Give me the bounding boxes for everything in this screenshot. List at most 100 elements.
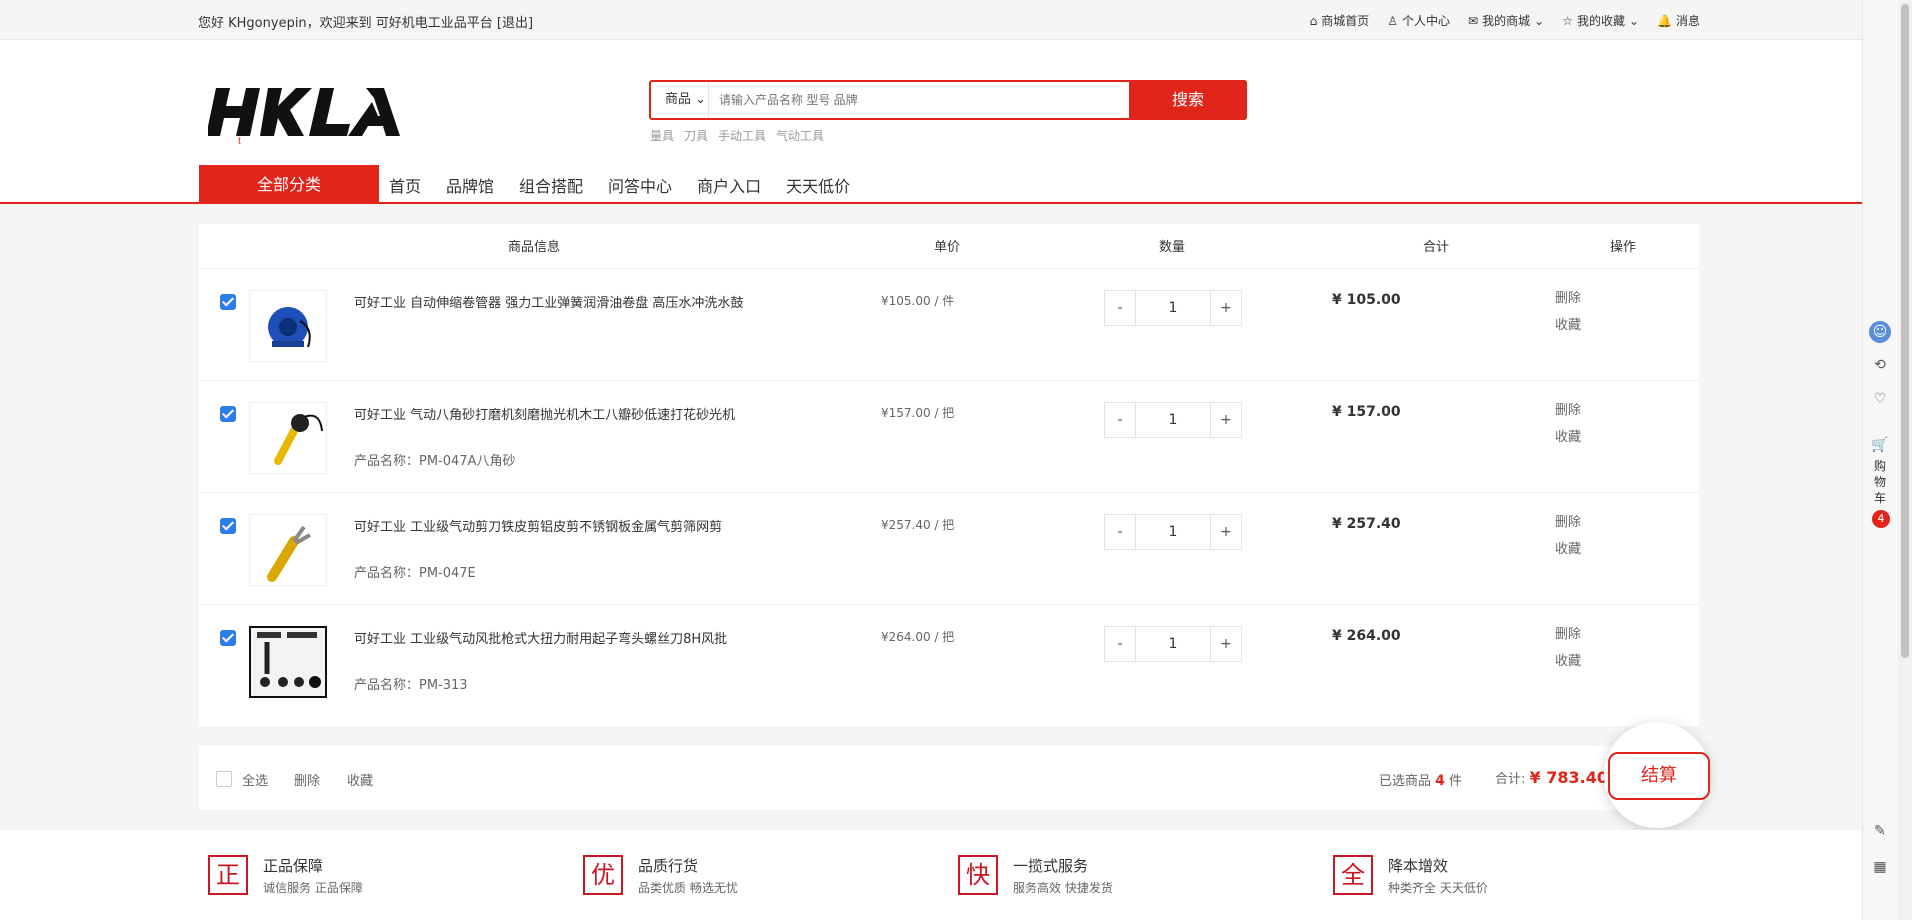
hotword[interactable]: 气动工具 (776, 127, 824, 144)
bulk-delete-link[interactable]: 删除 (294, 770, 320, 789)
bulk-favorite-link[interactable]: 收藏 (347, 770, 373, 789)
chevron-down-icon: ⌄ (695, 92, 707, 107)
link-home[interactable]: ⌂ 商城首页 (1310, 12, 1370, 29)
row-ops: 删除 收藏 (1555, 397, 1581, 451)
product-model: 产品名称：PM-047E (354, 566, 476, 581)
selected-count: 已选商品 4 件 (1379, 773, 1463, 789)
row-total: ¥ 264.00 (1332, 628, 1401, 644)
table-row: 可好工业 工业级气动风批枪式大扭力耐用起子弯头螺丝刀8H风批 产品名称：PM-3… (199, 604, 1699, 716)
sidebar-cart-label[interactable]: 购物车 (1874, 458, 1888, 506)
product-image[interactable] (249, 290, 327, 362)
qty-increase-button[interactable]: + (1211, 627, 1241, 661)
qty-decrease-button[interactable]: - (1105, 403, 1135, 437)
delete-link[interactable]: 删除 (1555, 397, 1581, 424)
qty-decrease-button[interactable]: - (1105, 291, 1135, 325)
nav-item-home[interactable]: 首页 (389, 173, 421, 197)
top-links: ⌂ 商城首页 ♙ 个人中心 ✉ 我的商城 ⌄ ☆ 我的收藏 ⌄ 🔔 消息 (1310, 12, 1700, 29)
star-icon: ☆ (1562, 13, 1573, 28)
sum-value: ¥ 783.40 (1529, 768, 1608, 787)
row-total: ¥ 157.00 (1332, 404, 1401, 420)
unit-price: ¥257.40 / 把 (881, 518, 955, 532)
nav-item-daily-low[interactable]: 天天低价 (786, 173, 850, 197)
scrollbar-thumb[interactable] (1901, 4, 1909, 658)
genuine-badge-icon: 正 (208, 855, 248, 895)
select-all-label[interactable]: 全选 (242, 770, 268, 789)
product-title[interactable]: 可好工业 自动伸缩卷管器 强力工业弹簧润滑油卷盘 高压水冲洗水鼓 (354, 292, 743, 311)
unit-price: ¥264.00 / 把 (881, 630, 955, 644)
nav-item-merchant[interactable]: 商户入口 (697, 173, 761, 197)
cart-table: 商品信息 单价 数量 合计 操作 可好工业 自动伸缩卷管器 强力工业弹簧润滑油卷… (199, 224, 1699, 726)
delete-link[interactable]: 删除 (1555, 621, 1581, 648)
link-profile[interactable]: ♙ 个人中心 (1387, 12, 1450, 29)
link-messages[interactable]: 🔔 消息 (1657, 12, 1700, 29)
link-favorites[interactable]: ☆ 我的收藏 ⌄ (1562, 12, 1639, 29)
favorite-link[interactable]: 收藏 (1555, 536, 1581, 563)
link-my-shop[interactable]: ✉ 我的商城 ⌄ (1468, 12, 1544, 29)
qty-decrease-button[interactable]: - (1105, 627, 1135, 661)
qty-increase-button[interactable]: + (1211, 515, 1241, 549)
avatar-icon[interactable]: ☺ (1869, 321, 1891, 343)
row-total: ¥ 105.00 (1332, 292, 1401, 308)
favorite-link[interactable]: 收藏 (1555, 312, 1581, 339)
history-icon[interactable]: ⟲ (1871, 356, 1889, 374)
page-scrollbar[interactable] (1898, 0, 1912, 920)
checkout-button[interactable]: 结算 (1608, 752, 1710, 800)
qrcode-icon[interactable]: ▦ (1871, 858, 1889, 876)
product-image[interactable] (249, 402, 327, 474)
col-header-info: 商品信息 (508, 240, 561, 255)
product-image[interactable] (249, 626, 327, 698)
item-checkbox[interactable] (220, 406, 236, 422)
quantity-stepper: - 1 + (1104, 290, 1242, 326)
qty-increase-button[interactable]: + (1211, 403, 1241, 437)
cart-summary-bar: 全选 删除 收藏 已选商品 4 件 合计: ¥ 783.40 (199, 746, 1699, 810)
row-ops: 删除 收藏 (1555, 621, 1581, 675)
favorite-link[interactable]: 收藏 (1555, 648, 1581, 675)
nav-item-brands[interactable]: 品牌馆 (446, 173, 494, 197)
hotword[interactable]: 刀具 (684, 127, 708, 144)
product-model: 产品名称：PM-047A八角砂 (354, 454, 516, 469)
cart-sum: 合计: ¥ 783.40 (1495, 768, 1608, 787)
svg-text:t: t (238, 136, 241, 146)
qty-decrease-button[interactable]: - (1105, 515, 1135, 549)
qty-input[interactable]: 1 (1135, 515, 1211, 549)
hotword[interactable]: 手动工具 (718, 127, 766, 144)
hot-search-words: 量具 刀具 手动工具 气动工具 (650, 127, 824, 144)
qty-increase-button[interactable]: + (1211, 291, 1241, 325)
heart-icon[interactable]: ♡ (1871, 390, 1889, 408)
hotword[interactable]: 量具 (650, 127, 674, 144)
greeting-text[interactable]: 您好 KHgonyepin，欢迎来到 可好机电工业品平台 [退出] (198, 12, 533, 31)
mail-icon: ✉ (1468, 13, 1479, 28)
product-image[interactable] (249, 514, 327, 586)
select-all-checkbox[interactable] (216, 771, 232, 787)
complete-badge-icon: 全 (1333, 855, 1373, 895)
product-title[interactable]: 可好工业 工业级气动风批枪式大扭力耐用起子弯头螺丝刀8H风批 (354, 628, 727, 647)
item-checkbox[interactable] (220, 518, 236, 534)
item-checkbox[interactable] (220, 630, 236, 646)
nav-item-qa[interactable]: 问答中心 (608, 173, 672, 197)
search-input[interactable] (709, 82, 1129, 118)
brand-logo[interactable]: t (208, 76, 408, 146)
unit-price: ¥105.00 / 件 (881, 294, 955, 308)
qty-input[interactable]: 1 (1135, 291, 1211, 325)
product-title[interactable]: 可好工业 工业级气动剪刀铁皮剪铝皮剪不锈钢板金属气剪筛网剪 (354, 516, 722, 535)
cart-icon[interactable]: 🛒 (1871, 436, 1889, 454)
row-ops: 删除 收藏 (1555, 509, 1581, 563)
checkout-highlight: 结算 (1604, 722, 1710, 828)
nav-item-combos[interactable]: 组合搭配 (519, 173, 583, 197)
qty-input[interactable]: 1 (1135, 627, 1211, 661)
service-strip: 正 正品保障 诚信服务 正品保障 优 品质行货 品类优质 畅选无忧 快 一揽式服… (0, 830, 1862, 920)
search-type-select[interactable]: 商品 ⌄ (651, 82, 709, 118)
chevron-down-icon: ⌄ (1628, 13, 1640, 28)
favorite-link[interactable]: 收藏 (1555, 424, 1581, 451)
item-checkbox[interactable] (220, 294, 236, 310)
qty-input[interactable]: 1 (1135, 403, 1211, 437)
table-row: 可好工业 气动八角砂打磨机刻磨抛光机木工八瓣砂低速打花砂光机 产品名称：PM-0… (199, 380, 1699, 492)
quantity-stepper: - 1 + (1104, 514, 1242, 550)
row-ops: 删除 收藏 (1555, 285, 1581, 339)
delete-link[interactable]: 删除 (1555, 285, 1581, 312)
all-categories-button[interactable]: 全部分类 (199, 165, 379, 204)
search-button[interactable]: 搜索 (1129, 80, 1247, 120)
product-title[interactable]: 可好工业 气动八角砂打磨机刻磨抛光机木工八瓣砂低速打花砂光机 (354, 404, 735, 423)
edit-icon[interactable]: ✎ (1871, 822, 1889, 840)
delete-link[interactable]: 删除 (1555, 509, 1581, 536)
